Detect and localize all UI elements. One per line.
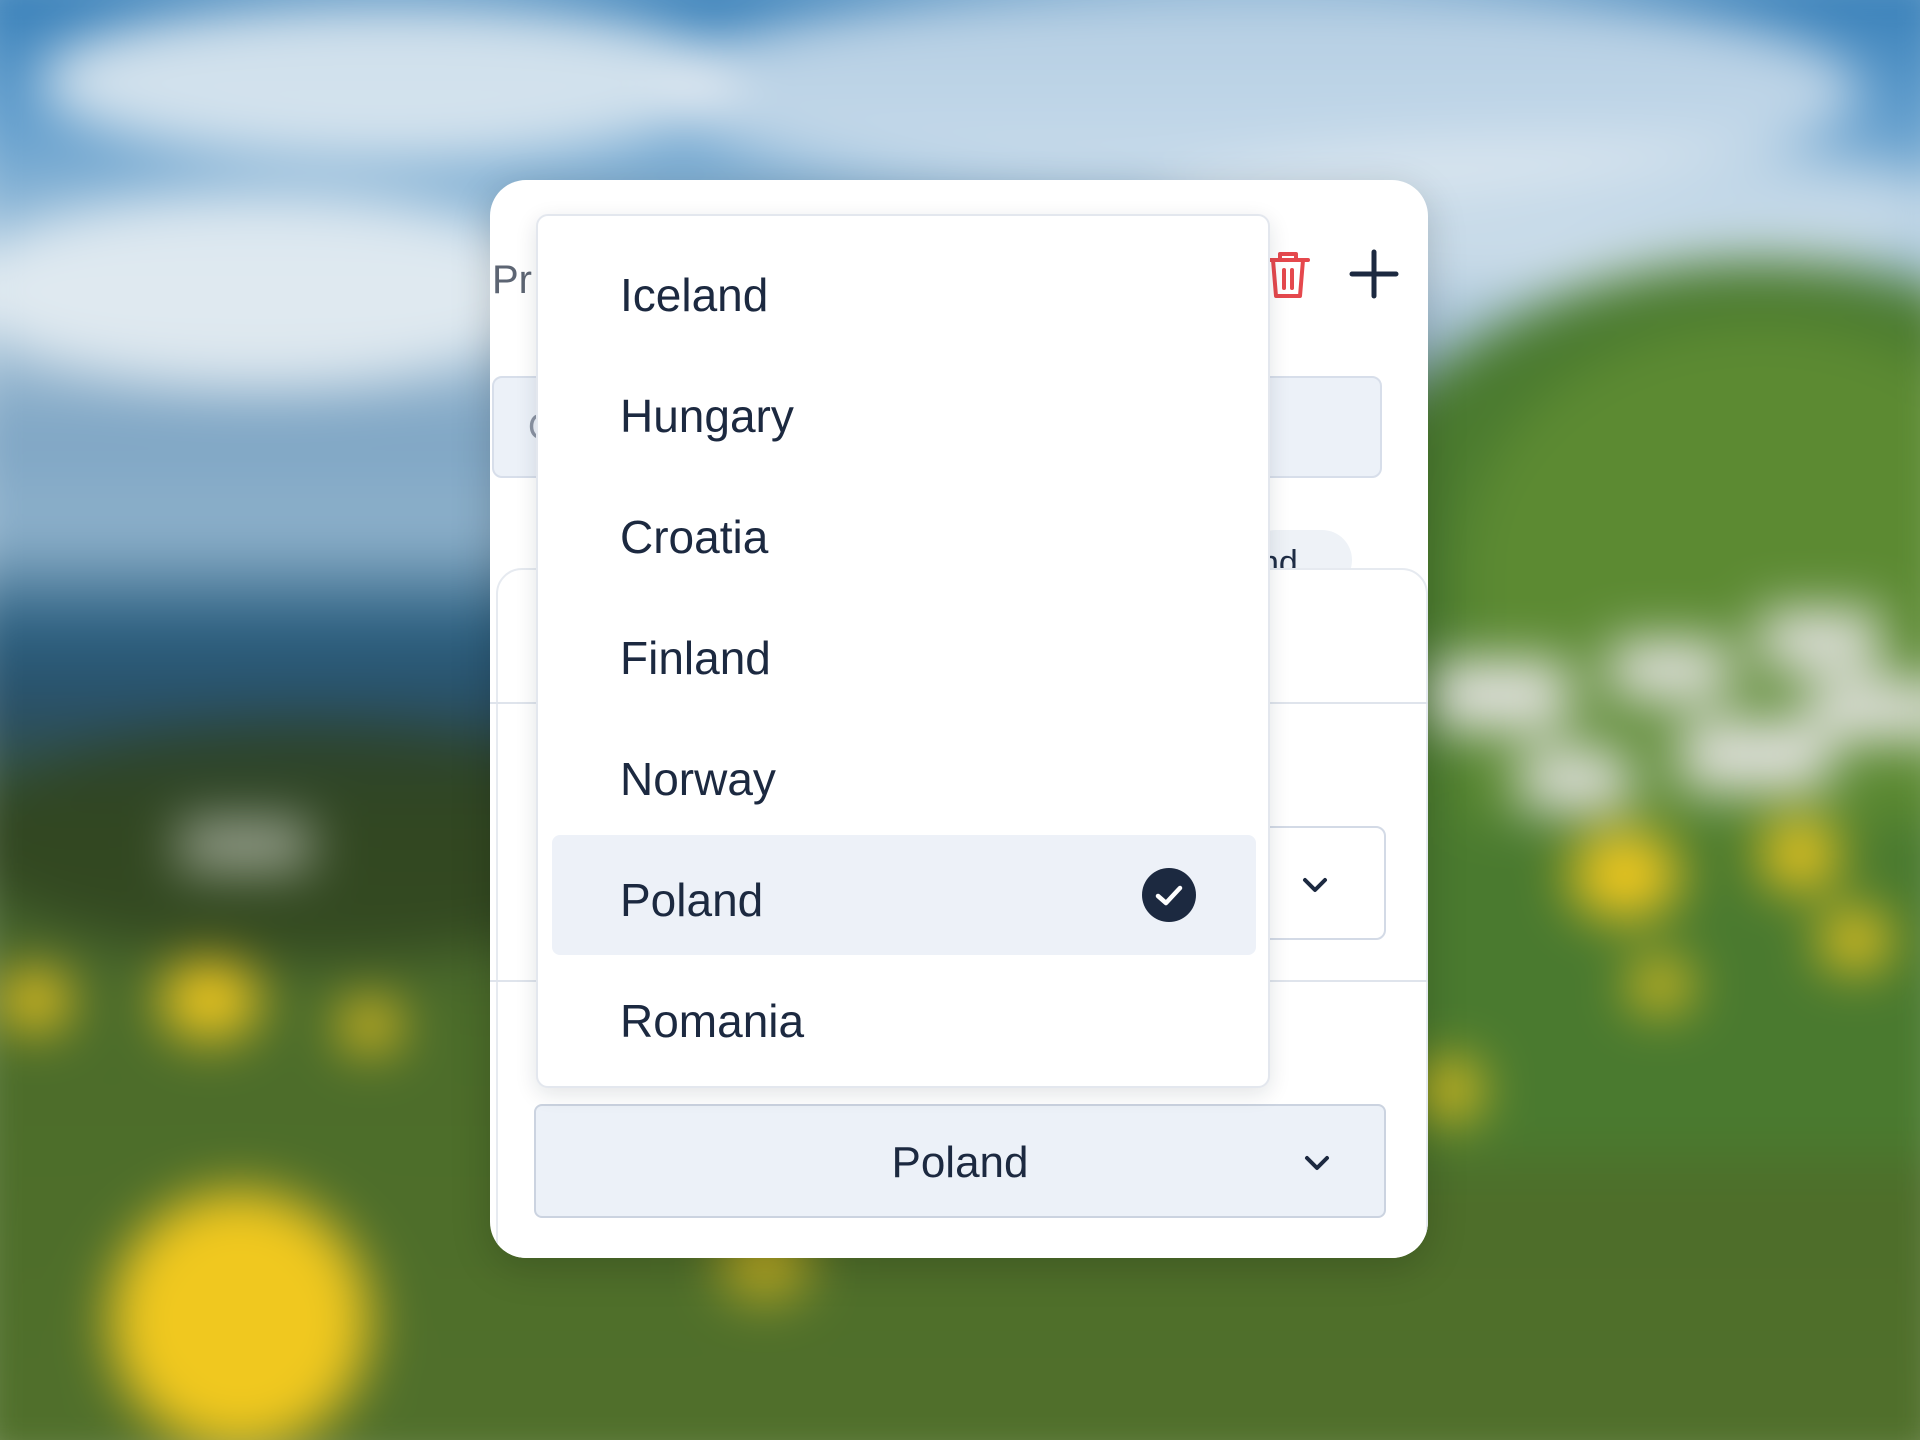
dropdown-option-finland[interactable]: Finland <box>552 593 1256 713</box>
chevron-down-icon <box>1305 1156 1329 1170</box>
dropdown-option-hungary[interactable]: Hungary <box>552 351 1256 471</box>
dropdown-option-poland[interactable]: Poland <box>552 835 1256 955</box>
country-select[interactable]: Poland <box>534 1104 1386 1218</box>
plus-icon <box>1349 249 1399 299</box>
dropdown-option-romania[interactable]: Romania <box>552 956 1256 1076</box>
option-label: Poland <box>620 874 764 926</box>
add-button[interactable] <box>1346 246 1402 302</box>
option-label: Finland <box>620 632 771 684</box>
option-label: Romania <box>620 995 805 1047</box>
check-circle-icon <box>1142 868 1196 922</box>
country-dropdown: Iceland Hungary Croatia Finland Norway P… <box>536 214 1270 1088</box>
dropdown-option-croatia[interactable]: Croatia <box>552 472 1256 592</box>
option-label: Iceland <box>620 269 769 321</box>
country-select-value: Poland <box>891 1138 1029 1187</box>
option-label: Norway <box>620 753 776 805</box>
card-title: Pr <box>492 258 532 302</box>
option-label: Croatia <box>620 511 769 563</box>
dropdown-option-norway[interactable]: Norway <box>552 714 1256 834</box>
chevron-down-icon <box>1303 878 1327 892</box>
option-label: Hungary <box>620 390 794 442</box>
dropdown-option-iceland[interactable]: Iceland <box>552 230 1256 350</box>
